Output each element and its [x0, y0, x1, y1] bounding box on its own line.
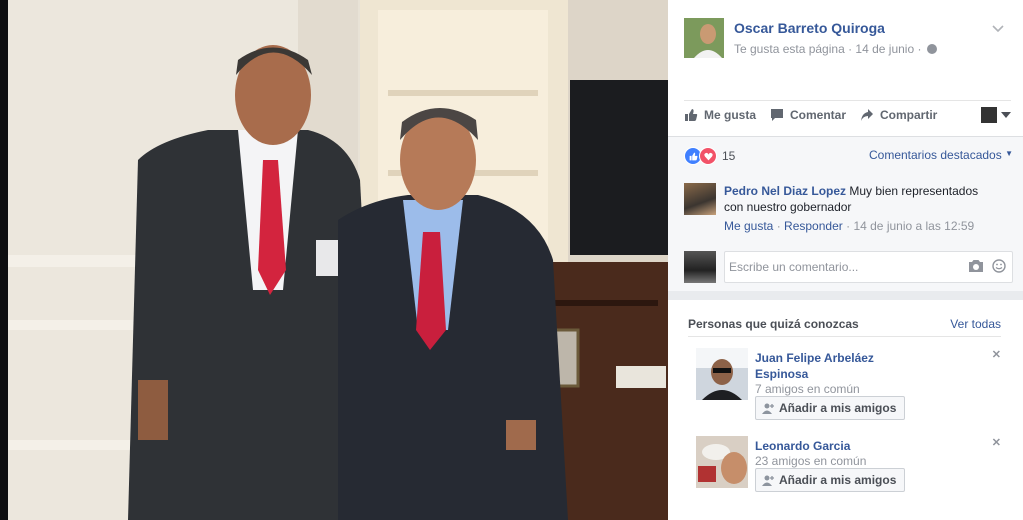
- thumbs-up-icon: [685, 109, 698, 121]
- page-name[interactable]: Oscar Barreto Quiroga: [734, 20, 885, 36]
- emoji-icon[interactable]: [992, 259, 1006, 273]
- caret-down-icon: [1001, 112, 1011, 118]
- like-button[interactable]: Me gusta: [684, 108, 756, 122]
- post-header: Oscar Barreto Quiroga Te gusta esta pági…: [684, 18, 1011, 64]
- mutual-friends[interactable]: 23 amigos en común: [755, 454, 866, 468]
- comment-meta: Me gusta · Responder · 14 de junio a las…: [724, 219, 974, 233]
- love-reaction-icon: [699, 147, 717, 165]
- comment-composer: Escribe un comentario...: [684, 251, 1013, 283]
- share-button-label: Compartir: [880, 108, 938, 122]
- selector-avatar: [981, 107, 997, 123]
- comment-like-link[interactable]: Me gusta: [724, 219, 773, 233]
- post-meta: Te gusta esta página · 14 de junio ·: [734, 42, 937, 56]
- camera-icon[interactable]: [968, 259, 984, 273]
- mutual-friends[interactable]: 7 amigos en común: [755, 382, 860, 396]
- add-friend-icon: [762, 403, 774, 414]
- suggestion-name[interactable]: Juan Felipe Arbeláez Espinosa: [755, 350, 915, 382]
- reaction-count: 15: [722, 149, 736, 163]
- suggestion-name[interactable]: Leonardo Garcia: [755, 438, 915, 454]
- caret-down-icon: ▼: [1005, 149, 1013, 158]
- share-button[interactable]: Compartir: [860, 108, 937, 122]
- like-button-label: Me gusta: [704, 108, 757, 122]
- add-friend-label: Añadir a mis amigos: [779, 473, 897, 487]
- see-all-link[interactable]: Ver todas: [950, 317, 1001, 331]
- comment-body: Pedro Nel Diaz Lopez Muy bien representa…: [724, 183, 994, 215]
- commenter-avatar[interactable]: [684, 183, 716, 215]
- comment-author[interactable]: Pedro Nel Diaz Lopez: [724, 184, 846, 198]
- pymk-title: Personas que quizá conozcas: [688, 317, 859, 331]
- user-avatar: [684, 251, 716, 283]
- comment-sort-label: Comentarios destacados: [868, 148, 1002, 162]
- section-divider: [668, 291, 1023, 300]
- post-meta-text: Te gusta esta página · 14 de junio ·: [734, 42, 922, 56]
- comment-input-placeholder: Escribe un comentario...: [729, 260, 859, 274]
- chevron-down-icon[interactable]: [991, 22, 1005, 36]
- globe-icon: [926, 44, 937, 54]
- meta-separator: ·: [846, 219, 851, 233]
- people-you-may-know: Personas que quizá conozcas Ver todas Ju…: [668, 300, 1023, 520]
- comment-button[interactable]: Comentar: [770, 108, 846, 122]
- photo-image: [8, 0, 668, 520]
- suggestion-item: Juan Felipe Arbeláez Espinosa 7 amigos e…: [696, 342, 1001, 420]
- comment-input[interactable]: Escribe un comentario...: [724, 251, 1013, 283]
- suggestion-avatar[interactable]: [696, 436, 748, 488]
- share-icon: [861, 109, 873, 121]
- photo-viewer: [0, 0, 668, 520]
- suggestion-avatar[interactable]: [696, 348, 748, 400]
- post-actions: Me gusta Comentar Compartir: [684, 100, 1011, 131]
- post-photo[interactable]: [8, 0, 668, 520]
- suggestion-item: Leonardo Garcia 23 amigos en común Añadi…: [696, 430, 1001, 500]
- comment-icon: [771, 109, 783, 121]
- composer-icons: [968, 259, 1006, 273]
- add-friend-icon: [762, 475, 774, 486]
- add-friend-button[interactable]: Añadir a mis amigos: [755, 396, 906, 420]
- meta-separator: ·: [776, 219, 781, 233]
- add-friend-label: Añadir a mis amigos: [779, 401, 897, 415]
- add-friend-button[interactable]: Añadir a mis amigos: [755, 468, 906, 492]
- post-as-selector[interactable]: [981, 107, 1011, 123]
- reactions-summary[interactable]: 15: [684, 147, 735, 165]
- close-icon[interactable]: ✕: [992, 436, 1001, 449]
- page-avatar[interactable]: [684, 18, 724, 58]
- comment-button-label: Comentar: [790, 108, 847, 122]
- comment-sort-dropdown[interactable]: Comentarios destacados ▼: [869, 148, 1013, 162]
- close-icon[interactable]: ✕: [992, 348, 1001, 361]
- comment-reply-link[interactable]: Responder: [784, 219, 843, 233]
- post-sidebar: Oscar Barreto Quiroga Te gusta esta pági…: [668, 0, 1023, 520]
- comments-section: 15 Comentarios destacados ▼ Pedro Nel Di…: [668, 136, 1023, 291]
- comment-timestamp[interactable]: 14 de junio a las 12:59: [853, 219, 974, 233]
- divider: [688, 336, 1001, 337]
